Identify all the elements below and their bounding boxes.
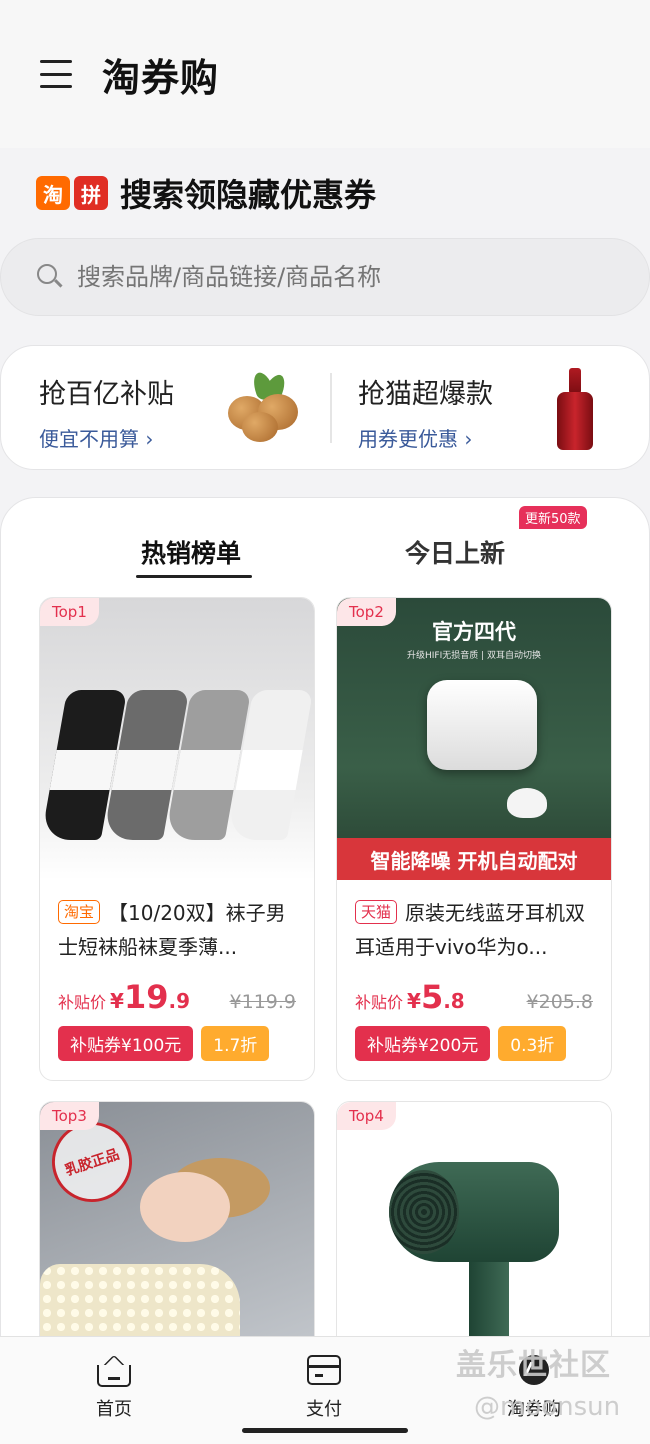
tab-bar: 热销榜单 今日上新 更新50款 [1, 498, 650, 588]
coupon-badge: 补贴券¥200元 [355, 1026, 491, 1061]
walnut-image [224, 369, 302, 444]
nav-pay[interactable]: 支付 [274, 1355, 374, 1421]
card-icon [307, 1355, 341, 1387]
shop-tag: 天猫 [355, 900, 398, 924]
promo-tmall-supermarket[interactable]: 抢猫超爆款 用券更优惠 › [332, 346, 649, 469]
nav-label: 首页 [96, 1399, 132, 1420]
rank-badge: Top4 [337, 1102, 396, 1130]
app-header: 淘券购 [0, 0, 650, 148]
price-row: 补贴价 ¥ 5 .8 ¥205.8 [355, 978, 593, 1016]
home-icon [97, 1354, 131, 1387]
rank-badge: Top1 [40, 598, 99, 626]
discount-badge: 1.7折 [201, 1026, 270, 1061]
search-heading: 搜索领隐藏优惠券 [120, 176, 377, 214]
promo-title: 抢猫超爆款 [358, 379, 493, 410]
product-card[interactable]: Top1 淘宝 【10/20双】袜子男士短袜船袜夏季薄... 补贴价 ¥ 19 .… [39, 597, 315, 1081]
search-icon [37, 264, 63, 290]
search-input[interactable] [77, 263, 577, 291]
watermark: 盖乐世社区 [456, 1348, 611, 1383]
home-indicator[interactable] [242, 1428, 408, 1433]
promo-subsidy[interactable]: 抢百亿补贴 便宜不用算 › [1, 346, 330, 469]
original-price: ¥119.9 [229, 991, 296, 1013]
rank-badge: Top2 [337, 598, 396, 626]
original-price: ¥205.8 [526, 991, 593, 1013]
nav-label: 支付 [306, 1399, 342, 1420]
update-badge: 更新50款 [519, 506, 587, 529]
tab-new-today[interactable]: 今日上新 [405, 534, 505, 570]
product-name: 天猫 原装无线蓝牙耳机双耳适用于vivo华为o... [355, 900, 586, 959]
promo-subtitle: 用券更优惠 › [358, 427, 473, 451]
price-row: 补贴价 ¥ 19 .9 ¥119.9 [58, 978, 296, 1016]
page-title: 淘券购 [102, 55, 220, 100]
earbuds-image: 官方四代 升级HIFI无损音质 | 双耳自动切换 智能降噪 开机自动配对 [337, 598, 611, 880]
coupon-badge: 补贴券¥100元 [58, 1026, 194, 1061]
product-card[interactable]: Top2 官方四代 升级HIFI无损音质 | 双耳自动切换 智能降噪 开机自动配… [336, 597, 612, 1081]
skincare-bottle-image [555, 368, 595, 452]
watermark-handle: @moonsun [474, 1392, 621, 1422]
search-bar[interactable] [0, 238, 650, 316]
discount-badge: 0.3折 [498, 1026, 567, 1061]
promo-banner: 抢百亿补贴 便宜不用算 › 抢猫超爆款 用券更优惠 › [0, 345, 650, 470]
active-tab-indicator [136, 575, 252, 578]
search-section-title: 淘 拼 搜索领隐藏优惠券 [0, 148, 650, 238]
rank-badge: Top3 [40, 1102, 99, 1130]
socks-image [40, 598, 314, 880]
product-name: 淘宝 【10/20双】袜子男士短袜船袜夏季薄... [58, 900, 286, 959]
price: 19 [123, 978, 169, 1016]
price: 5 [420, 978, 444, 1016]
pinduoduo-logo-icon: 拼 [74, 176, 108, 210]
taobao-logo-icon: 淘 [36, 176, 70, 210]
tab-hot-sales[interactable]: 热销榜单 [141, 534, 241, 570]
menu-icon[interactable] [40, 60, 72, 88]
product-list-panel: 热销榜单 今日上新 更新50款 Top1 淘宝 【10/20双】袜子男士短袜船袜夏… [0, 497, 650, 1401]
shop-tag: 淘宝 [58, 900, 101, 924]
nav-home[interactable]: 首页 [64, 1354, 164, 1421]
